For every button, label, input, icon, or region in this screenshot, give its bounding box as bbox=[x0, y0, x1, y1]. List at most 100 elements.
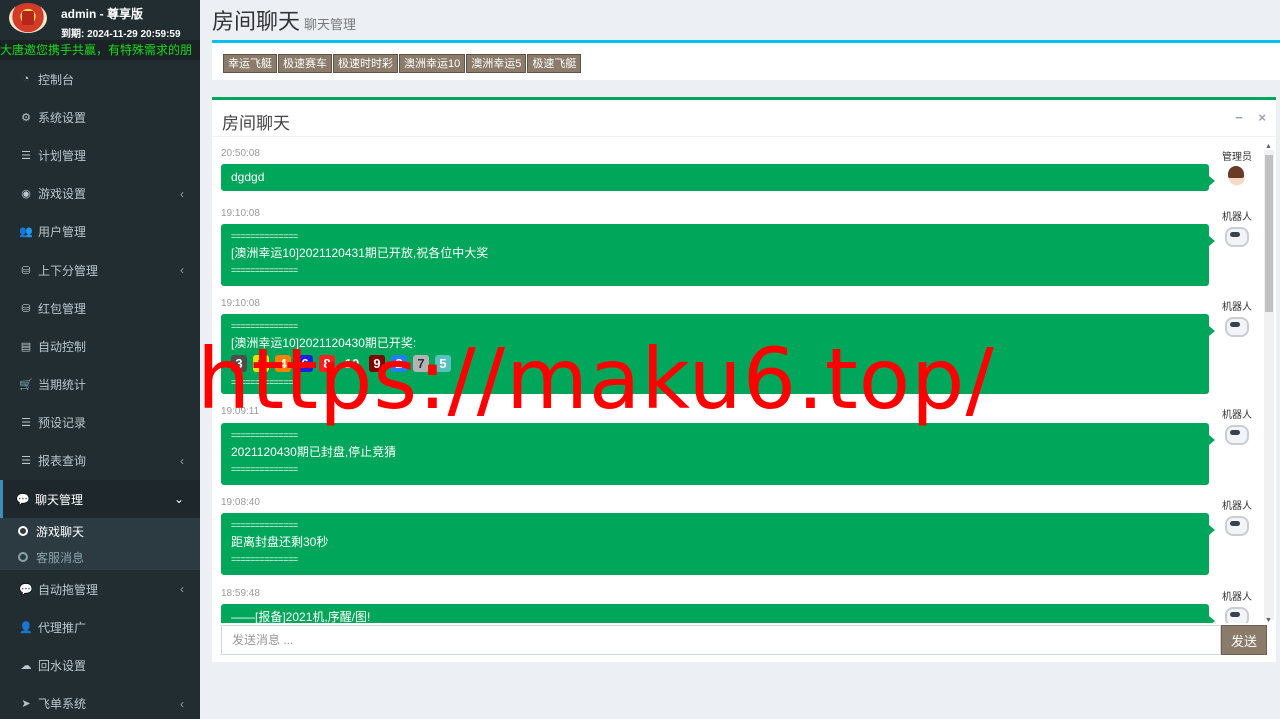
gamepad-icon: ◉ bbox=[21, 188, 31, 201]
close-icon[interactable]: × bbox=[1258, 110, 1266, 125]
user-plus-icon: 👤 bbox=[19, 622, 33, 635]
sidebar-item-2[interactable]: ⚙ 系统设置 bbox=[0, 98, 200, 136]
list-icon: ☰ bbox=[21, 149, 31, 162]
message-sender: 机器人 bbox=[1222, 592, 1252, 603]
message-time: 20:50:08 bbox=[221, 148, 260, 159]
message-time: 19:10:08 bbox=[221, 208, 260, 219]
sidebar-menu: ◔ 控制台 ⚙ 系统设置 ☰ 计划管理 ◉ 游戏设置 ‹ 👥 用户管理 ⛁ 上下分管理 ‹ ⛁ 红包管理 ▤ 自动… bbox=[0, 60, 200, 719]
message-line: 距离封盘还剩30秒 bbox=[231, 535, 329, 549]
submenu-item-2[interactable]: 客服消息 bbox=[0, 544, 200, 570]
sidebar-item-12[interactable]: 💬 聊天管理 ⌄ bbox=[0, 480, 200, 519]
sidebar-item-label: 游戏设置 bbox=[38, 187, 87, 202]
chevron-left-icon: ‹ bbox=[180, 453, 184, 468]
circle-icon bbox=[18, 552, 28, 563]
page-title: 房间聊天 聊天管理 bbox=[212, 4, 356, 36]
chevron-left-icon: ‹ bbox=[180, 696, 184, 711]
sidebar-item-5[interactable]: 👥 用户管理 bbox=[0, 213, 200, 251]
message-time: 19:08:40 bbox=[221, 497, 260, 508]
chat-header: 房间聊天 − × bbox=[212, 100, 1276, 137]
message-time: 18:59:48 bbox=[221, 588, 260, 599]
scroll-down-arrow-icon[interactable]: ▼ bbox=[1265, 617, 1272, 624]
list-alt-icon: ▤ bbox=[20, 340, 32, 353]
user-panel: admin - 尊享版 到期: 2024-11-29 20:59:59 bbox=[0, 0, 200, 40]
sidebar-item-10[interactable]: ☰ 预设记录 bbox=[0, 404, 200, 442]
cloud-download-icon: ☁ bbox=[20, 660, 32, 673]
comment-icon: 💬 bbox=[19, 583, 33, 596]
page-title-text: 房间聊天 bbox=[212, 9, 301, 34]
robot-avatar bbox=[1218, 312, 1252, 346]
game-tab[interactable]: 澳洲幸运5 bbox=[466, 54, 527, 73]
box-tools: − × bbox=[1223, 110, 1266, 125]
submenu-item-label: 客服消息 bbox=[36, 550, 85, 565]
cogs-icon: ⚙ bbox=[21, 111, 31, 124]
message-line: ——[报备]2021机,序醒/图! bbox=[231, 610, 371, 623]
admin-avatar bbox=[1218, 162, 1252, 196]
username: admin - 尊享版 bbox=[61, 7, 144, 21]
expire-date: 到期: 2024-11-29 20:59:59 bbox=[61, 29, 181, 40]
comments-icon: 💬 bbox=[16, 493, 30, 506]
announcement-marquee: 大唐邀您携手共赢，有特殊需求的朋 bbox=[0, 40, 200, 60]
sidebar-item-3[interactable]: ☰ 计划管理 bbox=[0, 136, 200, 174]
game-tabs: 幸运飞艇 极速赛车 极速时时彩 澳洲幸运10 澳洲幸运5 极速飞艇 bbox=[223, 54, 582, 73]
message-bubble: ============== [澳洲幸运10]2021120431期已开放,祝各位… bbox=[221, 224, 1215, 286]
scroll-thumb[interactable] bbox=[1265, 155, 1273, 312]
sidebar-item-label: 回水设置 bbox=[38, 659, 87, 674]
sidebar-item-label: 计划管理 bbox=[38, 148, 87, 163]
sidebar-item-15[interactable]: ☁ 回水设置 bbox=[0, 647, 200, 685]
users-icon: 👥 bbox=[19, 226, 33, 239]
message-line: ============== bbox=[231, 464, 298, 474]
scroll-up-arrow-icon[interactable]: ▲ bbox=[1265, 143, 1272, 150]
message-line: ============== bbox=[231, 554, 298, 564]
game-tab[interactable]: 极速赛车 bbox=[278, 54, 332, 73]
sidebar-item-label: 自动拖管理 bbox=[38, 582, 99, 597]
sidebar-item-label: 自动控制 bbox=[38, 339, 87, 354]
message-line: ============== bbox=[231, 430, 298, 440]
list-icon: ☰ bbox=[21, 455, 31, 468]
sidebar-item-label: 报表查询 bbox=[38, 454, 87, 469]
sidebar-item-4[interactable]: ◉ 游戏设置 ‹ bbox=[0, 175, 200, 213]
sidebar-item-13[interactable]: 💬 自动拖管理 ‹ bbox=[0, 570, 200, 608]
cart-icon: 🛒 bbox=[19, 379, 33, 392]
sidebar-item-6[interactable]: ⛁ 上下分管理 ‹ bbox=[0, 251, 200, 289]
message-sender: 机器人 bbox=[1222, 212, 1252, 223]
sidebar-item-label: 用户管理 bbox=[38, 225, 87, 240]
robot-avatar bbox=[1218, 222, 1252, 256]
sidebar-item-7[interactable]: ⛁ 红包管理 bbox=[0, 289, 200, 327]
robot-avatar bbox=[1218, 420, 1252, 454]
robot-avatar bbox=[1218, 602, 1252, 623]
sidebar-item-label: 系统设置 bbox=[38, 110, 87, 125]
sidebar-item-11[interactable]: ☰ 报表查询 ‹ bbox=[0, 442, 200, 480]
sidebar-item-9[interactable]: 🛒 当期统计 bbox=[0, 366, 200, 404]
game-tab[interactable]: 澳洲幸运10 bbox=[399, 54, 466, 73]
chat-scrollbar[interactable]: ▲ ▼ bbox=[1264, 143, 1274, 624]
message-sender: 机器人 bbox=[1222, 501, 1252, 512]
minimize-icon[interactable]: − bbox=[1235, 110, 1243, 125]
message-bubble: ——[报备]2021机,序醒/图! bbox=[221, 604, 1215, 623]
message-sender: 管理员 bbox=[1222, 152, 1252, 163]
game-tab[interactable]: 极速飞艇 bbox=[527, 54, 582, 73]
sidebar-item-label: 代理推广 bbox=[38, 621, 87, 636]
chevron-left-icon: ‹ bbox=[180, 186, 184, 201]
sidebar-item-label: 红包管理 bbox=[38, 301, 87, 316]
list-icon: ☰ bbox=[21, 417, 31, 430]
submenu-item-1[interactable]: 游戏聊天 bbox=[0, 518, 200, 544]
chat-title: 房间聊天 bbox=[222, 114, 290, 133]
game-tab[interactable]: 极速时时彩 bbox=[333, 54, 398, 73]
sidebar-item-label: 当期统计 bbox=[38, 378, 87, 393]
sidebar-item-1[interactable]: ◔ 控制台 bbox=[0, 60, 200, 98]
sidebar-item-label: 控制台 bbox=[38, 72, 75, 87]
message-sender: 机器人 bbox=[1222, 302, 1252, 313]
game-tabs-box: 幸运飞艇 极速赛车 极速时时彩 澳洲幸运10 澳洲幸运5 极速飞艇 bbox=[212, 40, 1280, 80]
paper-plane-icon: ➤ bbox=[21, 698, 31, 711]
message-line: 2021120430期已封盘,停止竞猜 bbox=[231, 445, 397, 459]
message-time: 19:10:08 bbox=[221, 298, 260, 309]
message-bubble: ============== 2021120430期已封盘,停止竞猜 =======… bbox=[221, 423, 1215, 485]
sidebar-item-16[interactable]: ➤ 飞单系统 ‹ bbox=[0, 685, 200, 719]
chat-submenu: 游戏聊天客服消息 bbox=[0, 518, 200, 571]
sidebar-item-14[interactable]: 👤 代理推广 bbox=[0, 608, 200, 646]
game-tab[interactable]: 幸运飞艇 bbox=[223, 54, 277, 73]
message-input[interactable] bbox=[221, 625, 1221, 655]
send-button[interactable]: 发送 bbox=[1221, 625, 1267, 655]
sidebar-item-8[interactable]: ▤ 自动控制 bbox=[0, 327, 200, 365]
sidebar: admin - 尊享版 到期: 2024-11-29 20:59:59 大唐邀您… bbox=[0, 0, 200, 719]
